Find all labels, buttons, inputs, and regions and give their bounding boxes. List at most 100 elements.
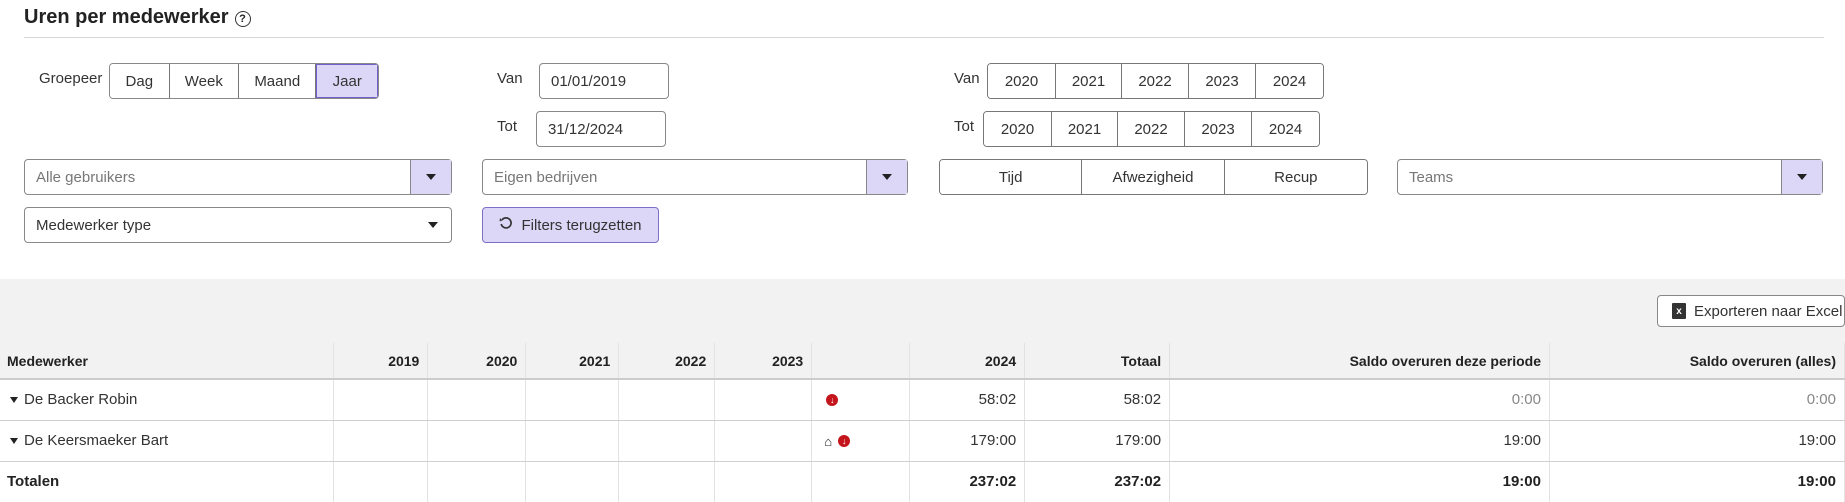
year-cell (525, 379, 620, 421)
totals-total-cell: 237:02 (1024, 461, 1171, 502)
employee-cell[interactable]: De Backer Robin (0, 379, 335, 421)
year-cell (333, 420, 429, 462)
totals-label: Totalen (0, 461, 335, 502)
col-header-2023[interactable]: 2023 (714, 343, 813, 380)
chevron-down-icon[interactable] (415, 208, 451, 242)
totals-empty-cell (525, 461, 620, 502)
status-icons-cell: ↓ (811, 379, 911, 421)
table-row[interactable]: De Keersmaeker Bart ⌂ ↓ 179:00 179:00 19… (0, 420, 1845, 462)
year-cell (618, 379, 716, 421)
status-icons-cell: ⌂ ↓ (811, 420, 911, 462)
group-option-jaar[interactable]: Jaar (316, 64, 378, 98)
year-cell (714, 379, 813, 421)
totals-empty-cell (333, 461, 429, 502)
year-cell (714, 420, 813, 462)
year-2024-cell: 58:02 (909, 379, 1026, 421)
year-to-option[interactable]: 2021 (1052, 112, 1118, 146)
teams-select-placeholder: Teams (1409, 168, 1454, 186)
date-from-input[interactable]: 01/01/2019 (539, 63, 669, 99)
group-segmented-control: Dag Week Maand Jaar (109, 63, 379, 99)
export-excel-button[interactable]: x Exporteren naar Excel (1657, 295, 1845, 327)
year-to-segmented-control: 2020 2021 2022 2023 2024 (983, 111, 1320, 147)
year-cell (427, 420, 527, 462)
year-from-segmented-control: 2020 2021 2022 2023 2024 (987, 63, 1324, 99)
year-cell (333, 379, 429, 421)
reset-filters-button[interactable]: Filters terugzetten (482, 207, 659, 243)
type-option-recup[interactable]: Recup (1224, 160, 1367, 194)
group-label: Groepeer (39, 70, 103, 87)
col-header-totaal[interactable]: Totaal (1024, 343, 1171, 380)
reset-filters-label: Filters terugzetten (521, 216, 642, 234)
year-cell (427, 379, 527, 421)
col-header-2021[interactable]: 2021 (525, 343, 620, 380)
year-cell (618, 420, 716, 462)
saldo-all-cell: 0:00 (1549, 379, 1845, 421)
year-from-option[interactable]: 2021 (1056, 64, 1122, 98)
col-header-saldo-alles[interactable]: Saldo overuren (alles) (1549, 343, 1845, 380)
totals-empty-cell (618, 461, 716, 502)
saldo-period-cell: 0:00 (1169, 379, 1550, 421)
totals-empty-cell (811, 461, 911, 502)
page-title: Uren per medewerker (24, 6, 229, 28)
type-option-tijd[interactable]: Tijd (940, 160, 1083, 194)
companies-select[interactable]: Eigen bedrijven (482, 159, 908, 195)
employee-name: De Keersmaeker Bart (24, 432, 169, 449)
totals-2024-cell: 237:02 (909, 461, 1026, 502)
col-header-icons (811, 343, 911, 380)
saldo-period-cell: 19:00 (1169, 420, 1550, 462)
totals-saldo-all-cell: 19:00 (1549, 461, 1845, 502)
col-header-medewerker[interactable]: Medewerker (0, 343, 335, 380)
col-header-2019[interactable]: 2019 (333, 343, 429, 380)
users-select[interactable]: Alle gebruikers (24, 159, 452, 195)
year-from-option[interactable]: 2024 (1256, 64, 1323, 98)
col-header-saldo-periode[interactable]: Saldo overuren deze periode (1169, 343, 1550, 380)
table-header-row: Medewerker 2019 2020 2021 2022 2023 2024… (0, 343, 1845, 380)
reset-icon (499, 216, 513, 234)
year-to-option[interactable]: 2020 (984, 112, 1052, 146)
col-header-2020[interactable]: 2020 (427, 343, 527, 380)
saldo-all-cell: 19:00 (1549, 420, 1845, 462)
question-circle-icon[interactable]: ? (234, 10, 251, 27)
arrow-down-circle-icon[interactable]: ↓ (838, 435, 851, 448)
year-to-option[interactable]: 2023 (1185, 112, 1252, 146)
year-cell (525, 420, 620, 462)
entry-type-segmented-control: Tijd Afwezigheid Recup (939, 159, 1368, 195)
export-excel-label: Exporteren naar Excel (1694, 302, 1843, 320)
year-2024-cell: 179:00 (909, 420, 1026, 462)
type-option-afwezigheid[interactable]: Afwezigheid (1082, 160, 1225, 194)
col-header-2024[interactable]: 2024 (909, 343, 1026, 380)
caret-down-icon[interactable] (10, 397, 18, 404)
employee-type-value: Medewerker type (36, 216, 152, 234)
arrow-down-circle-icon[interactable]: ↓ (826, 394, 839, 407)
totals-empty-cell (427, 461, 527, 502)
date-to-label: Tot (497, 118, 518, 135)
year-to-label: Tot (954, 118, 975, 135)
year-from-label: Van (954, 70, 980, 87)
date-from-label: Van (497, 70, 523, 87)
chevron-down-icon[interactable] (410, 160, 451, 194)
chevron-down-icon[interactable] (866, 160, 907, 194)
year-from-option[interactable]: 2022 (1122, 64, 1189, 98)
caret-down-icon[interactable] (10, 438, 18, 445)
date-to-input[interactable]: 31/12/2024 (536, 111, 666, 147)
employee-type-select[interactable]: Medewerker type (24, 207, 452, 243)
hours-table: Medewerker 2019 2020 2021 2022 2023 2024… (0, 343, 1845, 502)
chevron-down-icon[interactable] (1781, 160, 1822, 194)
group-option-maand[interactable]: Maand (239, 64, 317, 98)
home-icon[interactable]: ⌂ (824, 434, 832, 449)
table-row[interactable]: De Backer Robin ↓ 58:02 58:02 0:00 0:00 (0, 379, 1845, 421)
users-select-placeholder: Alle gebruikers (36, 168, 136, 186)
teams-select[interactable]: Teams (1397, 159, 1823, 195)
totals-saldo-period-cell: 19:00 (1169, 461, 1550, 502)
group-option-dag[interactable]: Dag (110, 64, 170, 98)
year-to-option[interactable]: 2022 (1118, 112, 1185, 146)
col-header-2022[interactable]: 2022 (618, 343, 716, 380)
companies-select-placeholder: Eigen bedrijven (494, 168, 598, 186)
employee-cell[interactable]: De Keersmaeker Bart (0, 420, 335, 462)
group-option-week[interactable]: Week (169, 64, 240, 98)
totals-empty-cell (714, 461, 813, 502)
excel-file-icon: x (1672, 303, 1686, 319)
year-to-option[interactable]: 2024 (1252, 112, 1319, 146)
year-from-option[interactable]: 2020 (988, 64, 1056, 98)
year-from-option[interactable]: 2023 (1189, 64, 1256, 98)
